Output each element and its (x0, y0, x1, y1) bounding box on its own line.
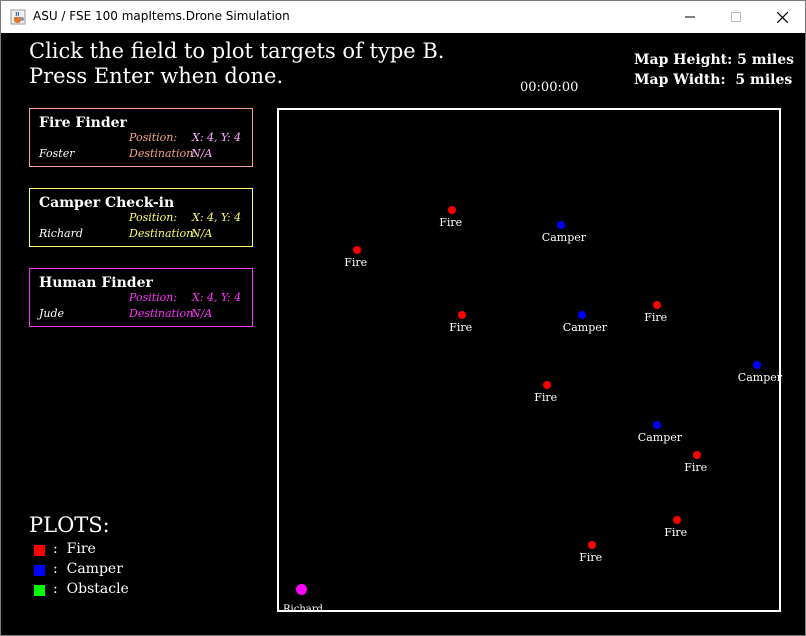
target-dot (653, 301, 661, 309)
plots-legend-title: PLOTS: (29, 513, 110, 537)
legend-swatch (34, 585, 45, 596)
minimize-icon (685, 16, 695, 18)
target-dot (448, 206, 456, 214)
legend-label: : Fire (53, 541, 96, 557)
target-dot (543, 381, 551, 389)
minimize-button[interactable] (667, 1, 713, 33)
target-label: Camper (541, 231, 587, 244)
map-width: Map Width: 5 miles (634, 70, 794, 90)
position-value: X: 4, Y: 4 (192, 131, 242, 144)
close-icon (776, 11, 788, 23)
instruction-line-2: Press Enter when done. (29, 64, 284, 88)
close-button[interactable] (759, 1, 805, 33)
drone-marker (296, 584, 307, 595)
target-label: Fire (664, 526, 688, 539)
target-label: Camper (562, 321, 608, 334)
map-width-label: Map Width: (634, 72, 726, 88)
position-label: Position: (129, 211, 178, 224)
map-width-value: 5 miles (735, 72, 793, 88)
drone-card-fire-finder: Fire Finder Position: X: 4, Y: 4 Foster … (29, 108, 253, 167)
position-value: X: 4, Y: 4 (192, 211, 242, 224)
map-field[interactable] (277, 108, 781, 612)
target-label: Fire (344, 256, 368, 269)
target-dot (588, 541, 596, 549)
destination-value: N/A (191, 147, 213, 160)
position-value: X: 4, Y: 4 (192, 291, 242, 304)
target-label: Fire (439, 216, 463, 229)
target-dot (653, 421, 661, 429)
maximize-button[interactable] (713, 1, 759, 33)
target-dot (458, 311, 466, 319)
drone-stack-label: Richard (283, 604, 323, 615)
drone-name: Camper Check-in (39, 195, 175, 211)
legend-label: : Camper (53, 561, 123, 577)
drone-card-camper-check-in: Camper Check-in Position: X: 4, Y: 4 Ric… (29, 188, 253, 247)
target-dot (673, 516, 681, 524)
drone-pilot: Richard (39, 227, 83, 240)
position-label: Position: (129, 291, 178, 304)
map-height-value: 5 miles (737, 52, 795, 68)
target-label: Fire (534, 391, 558, 404)
destination-value: N/A (191, 227, 213, 240)
target-dot (753, 361, 761, 369)
window-title: ASU / FSE 100 mapItems.Drone Simulation (33, 9, 290, 23)
drone-name: Fire Finder (39, 115, 127, 131)
target-dot (693, 451, 701, 459)
target-label: Fire (684, 461, 708, 474)
target-label: Fire (449, 321, 473, 334)
target-label: Fire (644, 311, 668, 324)
target-dot (557, 221, 565, 229)
instructions: Click the field to plot targets of type … (29, 39, 444, 89)
target-dot (353, 246, 361, 254)
drone-pilot: Foster (39, 147, 75, 160)
destination-label: Destination: (129, 147, 197, 160)
simulation-canvas: Click the field to plot targets of type … (1, 33, 805, 635)
target-label: Camper (637, 431, 683, 444)
timer: 00:00:00 (520, 80, 579, 95)
drone-pilot: Jude (39, 307, 65, 320)
instruction-line-1: Click the field to plot targets of type … (29, 39, 445, 63)
maximize-icon (731, 12, 741, 22)
legend-swatch (34, 565, 45, 576)
map-height-label: Map Height: (634, 52, 733, 68)
map-height: Map Height: 5 miles (634, 50, 794, 70)
legend-swatch (34, 545, 45, 556)
drone-card-human-finder: Human Finder Position: X: 4, Y: 4 Jude D… (29, 268, 253, 327)
title-bar[interactable]: ASU / FSE 100 mapItems.Drone Simulation (1, 1, 805, 33)
destination-label: Destination: (129, 227, 197, 240)
destination-label: Destination: (129, 307, 197, 320)
java-cup-icon (10, 9, 26, 25)
legend-label: : Obstacle (53, 581, 129, 597)
drone-name: Human Finder (39, 275, 153, 291)
position-label: Position: (129, 131, 178, 144)
destination-value: N/A (191, 307, 213, 320)
target-label: Camper (737, 371, 783, 384)
app-window: ASU / FSE 100 mapItems.Drone Simulation … (0, 0, 806, 636)
target-dot (578, 311, 586, 319)
map-info: Map Height: 5 miles Map Width: 5 miles (634, 50, 794, 90)
target-label: Fire (579, 551, 603, 564)
